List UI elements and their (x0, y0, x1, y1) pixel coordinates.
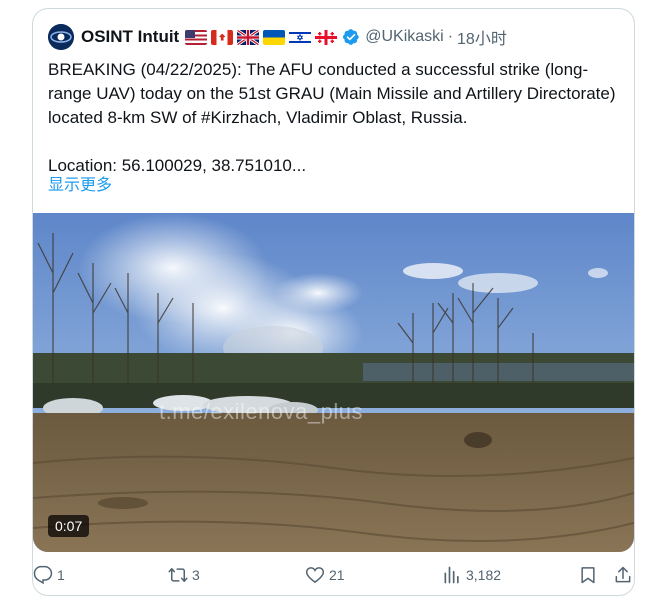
georgia-flag-icon (315, 29, 338, 45)
share-button[interactable] (613, 560, 633, 590)
reply-icon (33, 565, 53, 585)
author-name[interactable]: OSINT Intuit (81, 27, 179, 47)
views-chart-icon (444, 566, 459, 584)
like-button[interactable]: 21 (305, 560, 345, 590)
canada-flag-icon (211, 29, 234, 45)
avatar[interactable] (48, 24, 74, 50)
like-count: 21 (329, 567, 345, 583)
israel-flag-icon (289, 29, 312, 45)
repost-button[interactable]: 3 (168, 560, 200, 590)
video-player[interactable]: t.me/exilenova_plus 0:07 (33, 213, 634, 552)
bookmark-icon (581, 567, 595, 584)
views-count: 3,182 (466, 567, 502, 583)
show-more-link[interactable]: 显示更多 (48, 171, 112, 195)
action-bar: 1 3 21 3,182 (0, 560, 660, 590)
heart-icon (305, 567, 325, 584)
post-time[interactable]: 18小时 (457, 25, 507, 49)
reply-count: 1 (57, 567, 65, 583)
video-duration: 0:07 (48, 515, 90, 537)
share-icon (615, 566, 631, 583)
views-button[interactable]: 3,182 (442, 560, 501, 590)
separator-dot: · (447, 28, 454, 45)
reply-button[interactable]: 1 (33, 560, 65, 590)
video-frame-image (33, 213, 634, 552)
post-text: BREAKING (04/22/2025): The AFU conducted… (48, 60, 616, 175)
ukraine-flag-icon (263, 29, 286, 45)
repost-icon (168, 568, 188, 582)
verified-badge-icon (343, 29, 359, 45)
repost-count: 3 (192, 567, 200, 583)
uk-flag-icon (237, 29, 260, 45)
flags-group (185, 29, 338, 45)
post-header: OSINT Intuit @UKikaski · 18小时 (48, 24, 507, 50)
author-handle[interactable]: @UKikaski (365, 28, 443, 46)
quoted-post-card[interactable]: OSINT Intuit @UKikaski · 18小时 BREAKING (… (32, 8, 635, 596)
video-watermark: t.me/exilenova_plus (159, 399, 363, 424)
bookmark-button[interactable] (578, 560, 598, 590)
us-flag-icon (185, 29, 208, 45)
